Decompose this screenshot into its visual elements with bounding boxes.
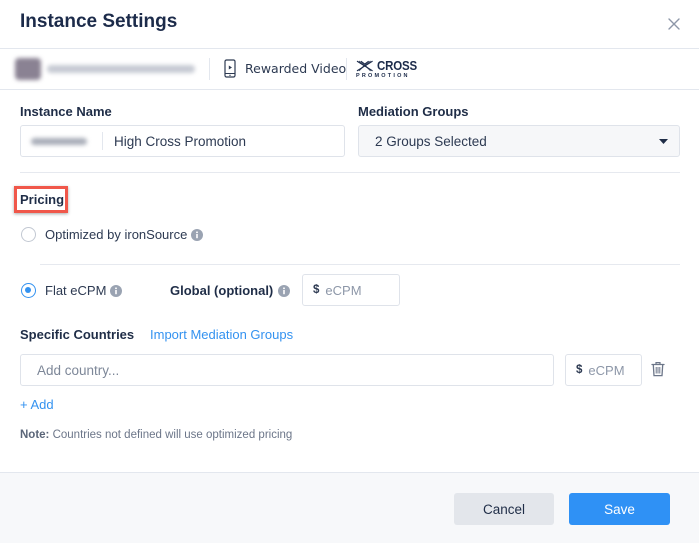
radio-flat-ecpm-label: Flat eCPM	[45, 283, 107, 298]
option-divider	[40, 264, 680, 265]
divider	[209, 58, 210, 80]
country-ecpm-input[interactable]: $ eCPM	[565, 354, 642, 386]
radio-flat-ecpm[interactable]	[21, 283, 36, 298]
pricing-option-optimized[interactable]: Optimized by ironSource	[21, 227, 204, 242]
modal-header: Instance Settings	[0, 0, 699, 49]
import-mediation-groups-link[interactable]: Import Mediation Groups	[150, 327, 293, 342]
instance-name-value: High Cross Promotion	[114, 133, 247, 149]
mediation-groups-label: Mediation Groups	[358, 104, 469, 119]
global-optional-label: Global (optional)	[170, 283, 274, 298]
note-text: Countries not defined will use optimized…	[49, 429, 293, 441]
global-ecpm-group: Global (optional)	[170, 283, 291, 298]
instance-settings-modal: Instance Settings Rewarded Video CROSS P…	[0, 0, 699, 543]
radio-optimized[interactable]	[21, 227, 36, 242]
country-ecpm-placeholder: eCPM	[588, 362, 625, 378]
ad-unit-label: Rewarded Video	[245, 61, 347, 76]
trash-icon	[651, 362, 665, 377]
global-ecpm-input[interactable]: $ eCPM	[302, 274, 400, 306]
add-country-link[interactable]: + Add	[20, 397, 54, 412]
mediation-groups-select[interactable]: 2 Groups Selected	[358, 125, 680, 157]
global-ecpm-placeholder: eCPM	[325, 282, 362, 298]
mediation-groups-value: 2 Groups Selected	[375, 133, 487, 149]
instance-id-blurred	[31, 137, 87, 145]
phone-video-icon	[224, 59, 236, 78]
app-identity-blurred	[15, 57, 195, 81]
close-icon	[668, 18, 680, 30]
info-icon[interactable]	[191, 228, 204, 241]
info-icon[interactable]	[278, 284, 291, 297]
pricing-label: Pricing	[20, 192, 65, 207]
currency-symbol: $	[576, 364, 583, 376]
modal-title: Instance Settings	[20, 11, 178, 32]
pricing-option-flat-ecpm[interactable]: Flat eCPM	[21, 283, 123, 298]
instance-name-label: Instance Name	[20, 104, 112, 119]
note-label: Note:	[20, 429, 50, 441]
divider	[346, 58, 347, 80]
instance-name-input[interactable]: High Cross Promotion	[20, 125, 345, 157]
delete-country-button[interactable]	[651, 361, 665, 377]
currency-symbol: $	[313, 284, 320, 296]
section-divider	[20, 172, 680, 173]
info-icon[interactable]	[110, 284, 123, 297]
modal-footer: Cancel Save	[0, 472, 699, 543]
radio-optimized-label: Optimized by ironSource	[45, 227, 188, 242]
cross-promotion-x-icon	[356, 60, 373, 72]
cancel-button[interactable]: Cancel	[454, 493, 554, 525]
input-divider	[102, 132, 103, 150]
add-country-input[interactable]: Add country...	[20, 354, 554, 386]
cross-promotion-logo: CROSS PROMOTION	[356, 59, 420, 83]
logo-word-promotion: PROMOTION	[356, 73, 410, 79]
ad-unit: Rewarded Video	[224, 59, 346, 78]
pricing-note: Note: Countries not defined will use opt…	[20, 429, 292, 441]
specific-countries-label: Specific Countries	[20, 327, 135, 342]
caret-down-icon	[659, 138, 668, 144]
save-button[interactable]: Save	[569, 493, 670, 525]
instance-context-bar: Rewarded Video CROSS PROMOTION	[0, 49, 699, 90]
app-name	[47, 65, 195, 73]
logo-word-cross: CROSS	[376, 59, 417, 73]
app-icon	[15, 58, 41, 80]
add-country-placeholder: Add country...	[37, 362, 120, 378]
close-button[interactable]	[666, 16, 682, 32]
